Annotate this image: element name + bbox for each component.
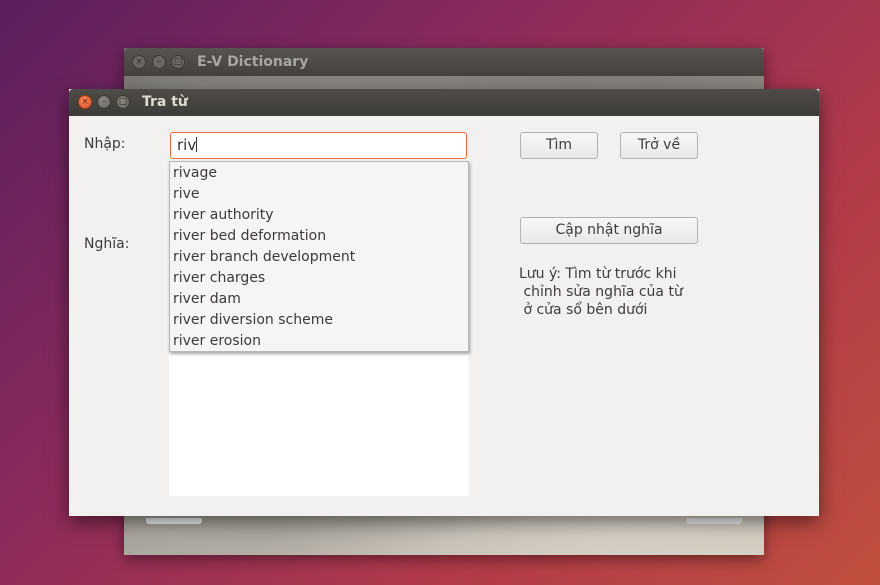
back-button[interactable]: Trở về — [620, 132, 698, 159]
suggestion-item[interactable]: river branch development — [170, 247, 468, 268]
search-button[interactable]: Tìm — [520, 132, 598, 159]
minimize-icon[interactable]: – — [97, 95, 111, 109]
suggestion-item[interactable]: river erosion — [170, 331, 468, 352]
bg-maximize-icon[interactable]: □ — [171, 55, 185, 69]
background-window-title: E-V Dictionary — [197, 54, 309, 70]
meaning-label: Nghĩa: — [84, 236, 130, 252]
close-icon[interactable]: × — [78, 95, 92, 109]
suggestion-item[interactable]: river charges — [170, 268, 468, 289]
lookup-window: × – □ Tra từ Nhập: riv Nghĩa: rivage riv… — [69, 89, 819, 516]
bg-button-right[interactable] — [686, 518, 742, 524]
suggestion-item[interactable]: river bed deformation — [170, 226, 468, 247]
text-caret — [196, 137, 198, 152]
suggestion-item[interactable]: rive — [170, 184, 468, 205]
bg-close-icon[interactable]: × — [132, 55, 146, 69]
bg-button-left[interactable] — [146, 518, 202, 524]
suggestion-item[interactable]: river dam — [170, 289, 468, 310]
update-meaning-button[interactable]: Cập nhật nghĩa — [520, 217, 698, 244]
word-input-value: riv — [177, 136, 197, 154]
bg-minimize-icon[interactable]: – — [152, 55, 166, 69]
suggestion-item[interactable]: rivage — [170, 163, 468, 184]
titlebar: × – □ Tra từ — [69, 89, 819, 116]
meaning-textarea[interactable] — [169, 347, 469, 496]
suggestion-dropdown: rivage rive river authority river bed de… — [169, 161, 469, 352]
input-label: Nhập: — [84, 136, 126, 152]
suggestion-item[interactable]: river authority — [170, 205, 468, 226]
window-title: Tra từ — [142, 94, 188, 110]
suggestion-item[interactable]: river diversion scheme — [170, 310, 468, 331]
background-titlebar: × – □ E-V Dictionary — [124, 48, 764, 76]
word-input[interactable]: riv — [170, 132, 467, 159]
maximize-icon[interactable]: □ — [116, 95, 130, 109]
note-text: Lưu ý: Tìm từ trước khi chỉnh sửa nghĩa … — [519, 266, 683, 318]
